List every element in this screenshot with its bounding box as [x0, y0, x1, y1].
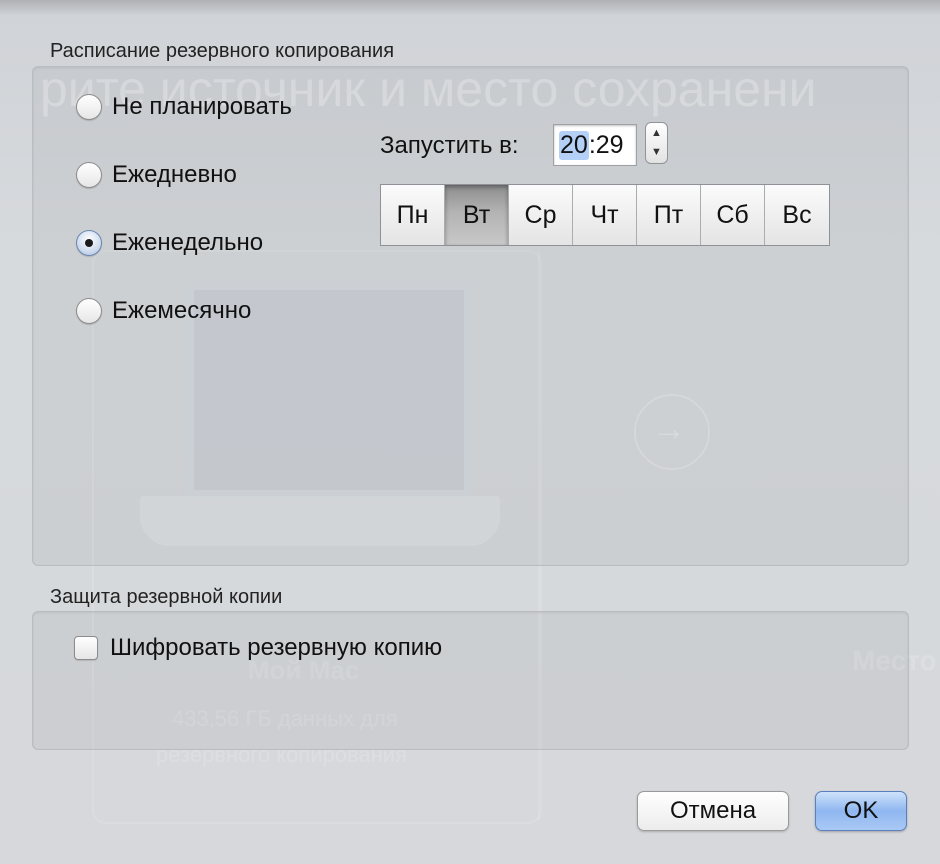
day-monday[interactable]: Пн	[381, 185, 445, 245]
time-hour-segment[interactable]: 20	[559, 130, 589, 160]
time-minute-segment[interactable]: 29	[596, 131, 624, 160]
backup-settings-sheet: рите источник и место сохранени → Мой Ma…	[0, 0, 940, 864]
encrypt-option[interactable]: Шифровать резервную копию	[74, 634, 442, 662]
cancel-button[interactable]: Отмена	[637, 791, 789, 831]
radio-daily[interactable]: Ежедневно	[76, 161, 237, 189]
stepper-down-icon[interactable]: ▼	[651, 146, 662, 159]
day-thursday[interactable]: Чт	[573, 185, 637, 245]
time-stepper[interactable]: ▲ ▼	[645, 122, 668, 164]
day-wednesday[interactable]: Ср	[509, 185, 573, 245]
radio-button-selected[interactable]	[76, 230, 102, 256]
day-saturday[interactable]: Сб	[701, 185, 765, 245]
radio-button[interactable]	[76, 298, 102, 324]
protection-section-title: Защита резервной копии	[50, 586, 283, 608]
weekday-selector: Пн Вт Ср Чт Пт Сб Вс	[380, 184, 830, 246]
radio-label: Ежедневно	[112, 161, 237, 188]
time-input[interactable]: 20:29	[553, 124, 637, 166]
day-sunday[interactable]: Вс	[765, 185, 829, 245]
radio-monthly[interactable]: Ежемесячно	[76, 297, 251, 325]
radio-no-schedule[interactable]: Не планировать	[76, 93, 292, 121]
encrypt-checkbox[interactable]	[74, 636, 98, 660]
run-at-label: Запустить в:	[380, 132, 519, 159]
radio-weekly[interactable]: Еженедельно	[76, 229, 263, 257]
day-tuesday[interactable]: Вт	[445, 185, 509, 245]
time-separator: :	[588, 130, 596, 159]
radio-button[interactable]	[76, 94, 102, 120]
encrypt-label: Шифровать резервную копию	[110, 634, 443, 661]
day-friday[interactable]: Пт	[637, 185, 701, 245]
ok-button[interactable]: OK	[815, 791, 907, 831]
stepper-up-icon[interactable]: ▲	[651, 127, 662, 140]
radio-label: Не планировать	[112, 93, 292, 120]
schedule-section-title: Расписание резервного копирования	[50, 40, 395, 62]
protection-group-box	[32, 611, 909, 750]
radio-button[interactable]	[76, 162, 102, 188]
radio-label: Еженедельно	[112, 229, 264, 256]
radio-label: Ежемесячно	[112, 297, 252, 324]
